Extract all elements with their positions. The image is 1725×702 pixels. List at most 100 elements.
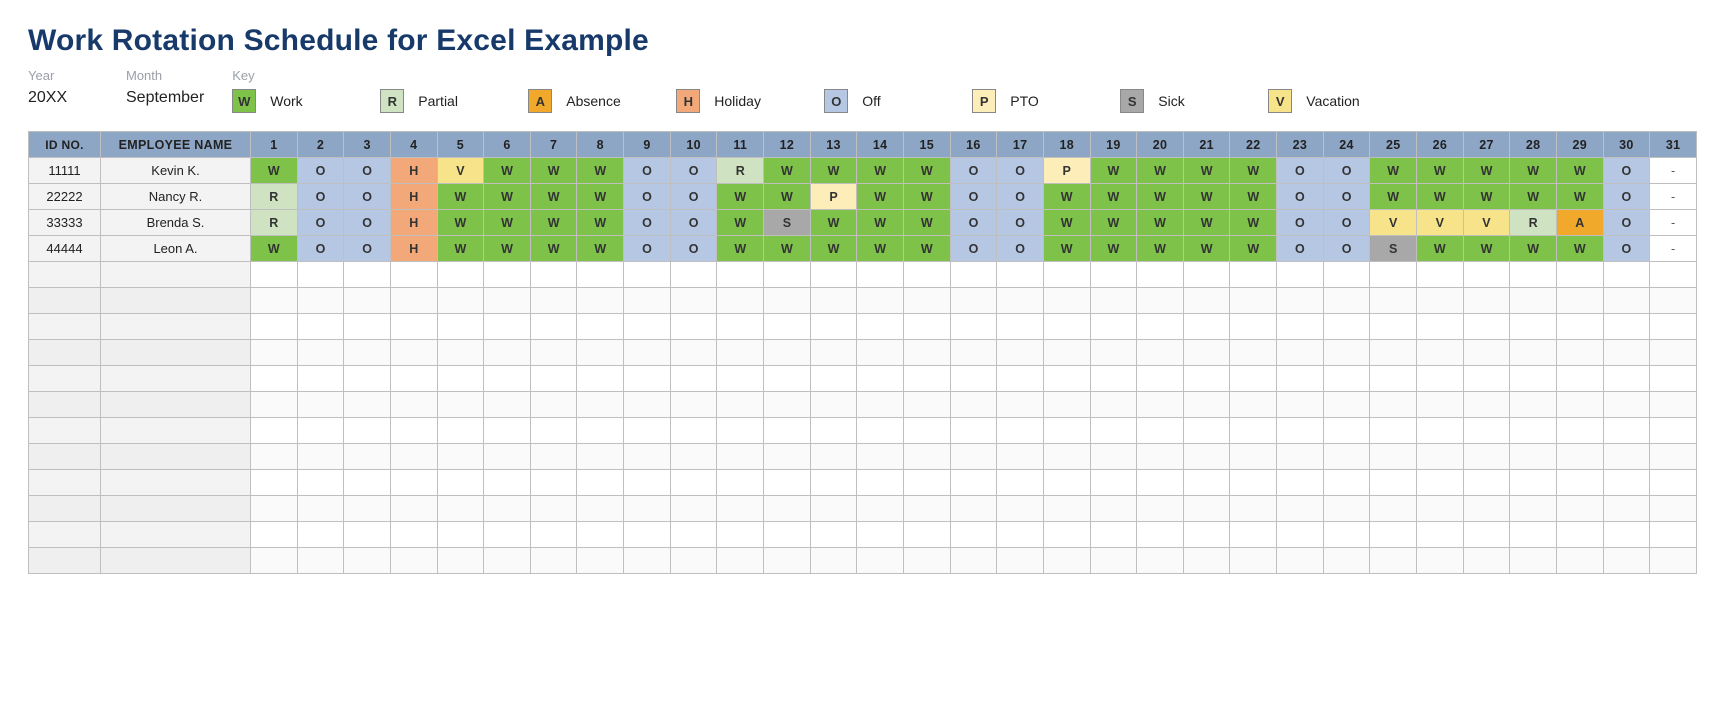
day-cell[interactable]: [344, 548, 391, 574]
day-cell[interactable]: [1556, 522, 1603, 548]
day-cell[interactable]: [1463, 496, 1510, 522]
day-cell[interactable]: [1090, 392, 1137, 418]
day-cell[interactable]: [1090, 314, 1137, 340]
day-cell[interactable]: W: [577, 210, 624, 236]
day-cell[interactable]: [251, 288, 298, 314]
day-cell[interactable]: [764, 418, 811, 444]
day-cell[interactable]: [670, 314, 717, 340]
day-cell[interactable]: O: [344, 210, 391, 236]
day-cell[interactable]: [297, 288, 344, 314]
day-cell[interactable]: O: [950, 158, 997, 184]
day-cell[interactable]: W: [1556, 184, 1603, 210]
day-cell[interactable]: [1137, 548, 1184, 574]
day-cell[interactable]: [437, 262, 484, 288]
day-cell[interactable]: [950, 340, 997, 366]
day-cell[interactable]: [717, 496, 764, 522]
day-cell[interactable]: [1277, 444, 1324, 470]
day-cell[interactable]: W: [810, 236, 857, 262]
day-cell[interactable]: [1417, 314, 1464, 340]
day-cell[interactable]: [484, 444, 531, 470]
day-cell[interactable]: [1090, 288, 1137, 314]
day-cell[interactable]: [484, 288, 531, 314]
day-cell[interactable]: [530, 470, 577, 496]
day-cell[interactable]: [577, 340, 624, 366]
day-cell[interactable]: [390, 496, 437, 522]
day-cell[interactable]: [1650, 314, 1697, 340]
day-cell[interactable]: W: [1510, 184, 1557, 210]
day-cell[interactable]: [297, 340, 344, 366]
day-cell[interactable]: [997, 548, 1044, 574]
day-cell[interactable]: [437, 392, 484, 418]
day-cell[interactable]: [484, 340, 531, 366]
day-cell[interactable]: [1370, 366, 1417, 392]
day-cell[interactable]: [810, 392, 857, 418]
day-cell[interactable]: W: [1137, 184, 1184, 210]
day-cell[interactable]: [1417, 496, 1464, 522]
day-cell[interactable]: W: [1137, 158, 1184, 184]
day-cell[interactable]: H: [390, 236, 437, 262]
day-cell[interactable]: W: [1090, 158, 1137, 184]
day-cell[interactable]: O: [1603, 184, 1650, 210]
day-cell[interactable]: O: [624, 210, 671, 236]
day-cell[interactable]: W: [251, 158, 298, 184]
day-cell[interactable]: O: [624, 236, 671, 262]
day-cell[interactable]: O: [344, 184, 391, 210]
day-cell[interactable]: O: [670, 158, 717, 184]
day-cell[interactable]: [1137, 418, 1184, 444]
day-cell[interactable]: S: [764, 210, 811, 236]
day-cell[interactable]: [390, 340, 437, 366]
day-cell[interactable]: [577, 548, 624, 574]
day-cell[interactable]: O: [1603, 158, 1650, 184]
day-cell[interactable]: [437, 340, 484, 366]
day-cell[interactable]: [1510, 418, 1557, 444]
day-cell[interactable]: [670, 444, 717, 470]
day-cell[interactable]: [251, 314, 298, 340]
day-cell[interactable]: W: [1230, 210, 1277, 236]
day-cell[interactable]: -: [1650, 184, 1697, 210]
day-cell[interactable]: [857, 496, 904, 522]
day-cell[interactable]: [1463, 366, 1510, 392]
day-cell[interactable]: R: [251, 210, 298, 236]
day-cell[interactable]: [1323, 392, 1370, 418]
day-cell[interactable]: [903, 470, 950, 496]
day-cell[interactable]: [297, 262, 344, 288]
day-cell[interactable]: W: [857, 236, 904, 262]
day-cell[interactable]: [1463, 314, 1510, 340]
day-cell[interactable]: A: [1556, 210, 1603, 236]
day-cell[interactable]: W: [1463, 184, 1510, 210]
day-cell[interactable]: [1510, 392, 1557, 418]
day-cell[interactable]: R: [251, 184, 298, 210]
day-cell[interactable]: [1230, 444, 1277, 470]
day-cell[interactable]: [1183, 314, 1230, 340]
day-cell[interactable]: [950, 262, 997, 288]
day-cell[interactable]: O: [1277, 236, 1324, 262]
day-cell[interactable]: W: [857, 184, 904, 210]
day-cell[interactable]: [344, 366, 391, 392]
day-cell[interactable]: [1230, 522, 1277, 548]
day-cell[interactable]: W: [1090, 210, 1137, 236]
day-cell[interactable]: [297, 366, 344, 392]
day-cell[interactable]: W: [1463, 158, 1510, 184]
day-cell[interactable]: O: [1277, 158, 1324, 184]
day-cell[interactable]: [764, 522, 811, 548]
day-cell[interactable]: [484, 314, 531, 340]
day-cell[interactable]: W: [1370, 184, 1417, 210]
day-cell[interactable]: [624, 548, 671, 574]
day-cell[interactable]: W: [437, 210, 484, 236]
day-cell[interactable]: [1277, 262, 1324, 288]
day-cell[interactable]: W: [484, 184, 531, 210]
day-cell[interactable]: [1370, 418, 1417, 444]
day-cell[interactable]: [1370, 470, 1417, 496]
day-cell[interactable]: [857, 418, 904, 444]
day-cell[interactable]: [857, 340, 904, 366]
day-cell[interactable]: O: [1323, 236, 1370, 262]
day-cell[interactable]: [1417, 548, 1464, 574]
day-cell[interactable]: W: [251, 236, 298, 262]
day-cell[interactable]: [1277, 392, 1324, 418]
day-cell[interactable]: [1323, 314, 1370, 340]
day-cell[interactable]: [577, 288, 624, 314]
day-cell[interactable]: [251, 366, 298, 392]
day-cell[interactable]: [1137, 262, 1184, 288]
day-cell[interactable]: O: [1603, 236, 1650, 262]
day-cell[interactable]: [997, 288, 1044, 314]
